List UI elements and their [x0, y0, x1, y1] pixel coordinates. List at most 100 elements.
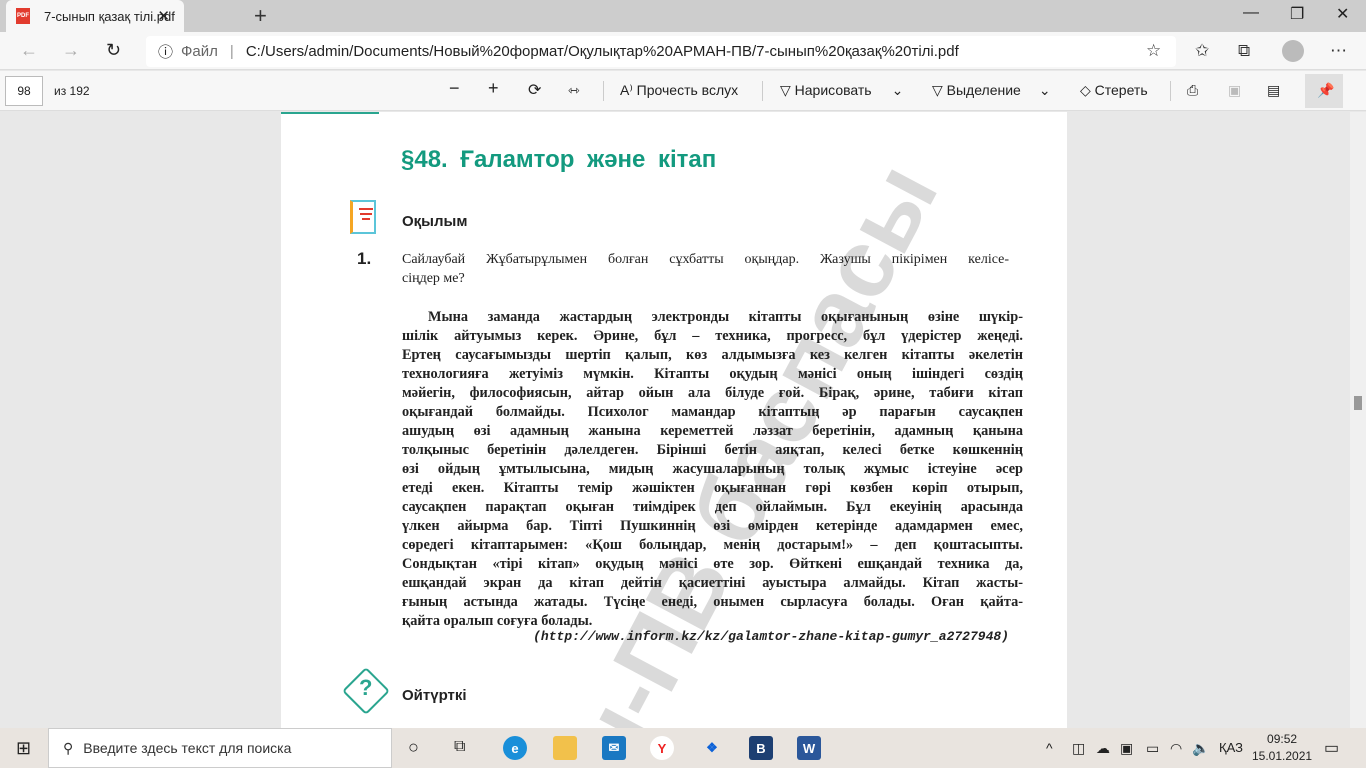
edge-icon[interactable]: e — [503, 736, 527, 760]
task-line: Сайлаубай Жұбатырұлымен болған сұхбатты … — [402, 252, 1009, 267]
eraser-icon: ◇ — [1080, 82, 1095, 98]
paragraph-line: үлкен айырма бар. Тіпті Пушкиннің өзі өм… — [402, 518, 1023, 534]
section-heading-next: Ойтүрткі — [402, 687, 467, 704]
close-window-button[interactable]: ✕ — [1336, 4, 1349, 24]
pdf-toolbar: 98 из 192 − + ⟳ ⇿ A⁾ Прочесть вслух ▽ На… — [0, 71, 1366, 111]
tab-pdf[interactable]: PDF 7-сынып қазақ тілі.pdf ✕ — [6, 0, 184, 32]
paragraph-line: мәйегін, философиясын, айтар ойын ала бі… — [402, 385, 1023, 401]
pen-icon: ▽ — [780, 82, 795, 98]
erase-button[interactable]: ◇ Стереть — [1080, 82, 1148, 99]
file-explorer-icon[interactable] — [553, 736, 577, 760]
search-placeholder: Введите здесь текст для поиска — [83, 740, 292, 756]
favorite-star-icon[interactable]: ☆ — [1146, 41, 1161, 61]
question-mark: ? — [359, 675, 373, 700]
action-center-icon[interactable]: ▭ — [1324, 738, 1339, 758]
paragraph-line: шілік айтуымыз керек. Әрине, бұл – техни… — [402, 328, 1023, 344]
address-label: Файл — [181, 43, 218, 60]
dropbox-icon[interactable]: ❖ — [700, 736, 724, 760]
read-aloud-button[interactable]: A⁾ Прочесть вслух — [620, 82, 738, 99]
paragraph-line: технологияға жетуіміз мүмкін. Кітапты оқ… — [402, 366, 1023, 382]
task-view-icon[interactable]: ⧉ — [454, 738, 465, 756]
scrollbar-thumb[interactable] — [1354, 396, 1362, 410]
url-text: C:/Users/admin/Documents/Новый%20формат/… — [245, 43, 959, 60]
chevron-down-icon[interactable]: ⌄ — [1039, 82, 1051, 98]
reading-paragraph: Мына заманда жастардың электронды кітапт… — [402, 308, 1023, 631]
paragraph-line: ғының астында жатады. Түсіңе енеді, оным… — [402, 594, 1023, 610]
new-tab-button[interactable]: + — [254, 3, 267, 29]
minimize-button[interactable]: — — [1243, 4, 1259, 22]
profile-avatar[interactable] — [1282, 40, 1304, 62]
divider — [1170, 81, 1171, 101]
erase-label: Стереть — [1094, 82, 1148, 98]
language-indicator[interactable]: ҚАЗ — [1219, 740, 1243, 755]
pdf-page: н-ПВ баспасы §48. Ғаламтор және кітап Оқ… — [281, 112, 1067, 728]
task-text: Сайлаубай Жұбатырұлымен болған сұхбатты … — [402, 250, 1009, 288]
highlight-label: Выделение — [946, 82, 1021, 98]
section-heading: Оқылым — [402, 213, 468, 230]
fit-page-button[interactable]: ⇿ — [568, 82, 580, 99]
page-total: из 192 — [54, 84, 90, 98]
volume-icon[interactable]: 🔈 — [1192, 740, 1209, 757]
paragraph-line: өзі ойдың ұмтылысына, мидың жасушаларыны… — [402, 461, 1023, 477]
address-input[interactable]: ⓘ Файл | C:/Users/admin/Documents/Новый%… — [146, 36, 1176, 67]
draw-label: Нарисовать — [794, 82, 872, 98]
page-title: §48. Ғаламтор және кітап — [401, 146, 717, 173]
divider — [603, 81, 604, 101]
yandex-browser-icon[interactable]: Y — [650, 736, 674, 760]
task-number: 1. — [357, 249, 372, 268]
notification-app-icon[interactable]: ▣ — [1120, 740, 1133, 757]
paragraph-line: сөредегі кітаптарымен: «Қош болыңдар, ме… — [402, 537, 1023, 553]
decorative-line — [281, 112, 379, 114]
onedrive-icon[interactable]: ☁ — [1096, 740, 1110, 757]
favorites-icon[interactable]: ✩ — [1195, 41, 1209, 61]
save-icon[interactable]: ▣ — [1228, 82, 1241, 99]
windows-start-icon[interactable]: ⊞ — [16, 738, 31, 759]
paragraph-line: ешқандай экран да кітап дейтін қасиеттін… — [402, 575, 1023, 591]
forward-button[interactable]: → — [62, 40, 80, 61]
save-as-icon[interactable]: ▤ — [1267, 82, 1280, 99]
pin-icon: 📌 — [1317, 82, 1335, 98]
paragraph-line: оқығандай болмайды. Психолог мамандар кі… — [402, 404, 1023, 420]
read-aloud-icon: A⁾ — [620, 82, 637, 98]
search-icon: ⚲ — [63, 739, 74, 756]
task-line: сіңдер ме? — [402, 271, 465, 286]
chevron-down-icon[interactable]: ⌄ — [892, 82, 904, 98]
zoom-in-button[interactable]: + — [488, 78, 499, 99]
more-menu-icon[interactable]: ⋯ — [1330, 41, 1347, 61]
battery-icon[interactable]: ▭ — [1146, 740, 1159, 757]
divider — [762, 81, 763, 101]
clock[interactable]: 09:52 15.01.2021 — [1252, 731, 1312, 765]
print-icon[interactable]: ⎙ — [1187, 82, 1198, 99]
pin-toolbar-button[interactable]: 📌 — [1305, 74, 1343, 108]
collections-icon[interactable]: ⧉ — [1238, 41, 1250, 61]
back-button[interactable]: ← — [20, 40, 38, 61]
word-icon[interactable]: W — [797, 736, 821, 760]
read-aloud-label: Прочесть вслух — [636, 82, 739, 98]
rotate-button[interactable]: ⟳ — [528, 80, 541, 100]
info-icon[interactable]: ⓘ — [158, 41, 173, 62]
page-number-input[interactable]: 98 — [5, 76, 43, 106]
close-tab-icon[interactable]: ✕ — [157, 7, 170, 25]
wifi-icon[interactable]: ◠ — [1170, 740, 1182, 757]
show-hidden-icons[interactable]: ^ — [1046, 740, 1053, 756]
zoom-out-button[interactable]: − — [449, 78, 460, 99]
cortana-icon[interactable]: ○ — [408, 737, 419, 758]
vertical-scrollbar[interactable] — [1350, 112, 1366, 728]
app-b-icon[interactable]: B — [749, 736, 773, 760]
pdf-icon: PDF — [16, 8, 30, 24]
source-link: (http://www.inform.kz/kz/galamtor-zhane-… — [533, 629, 1009, 644]
mail-icon[interactable]: ✉ — [602, 736, 626, 760]
meet-now-icon[interactable]: ◫ — [1072, 740, 1085, 757]
paragraph-line: Ертең саусағымызды шертіп қалып, көз алд… — [402, 347, 1023, 363]
maximize-button[interactable]: ❐ — [1290, 4, 1304, 24]
book-icon — [350, 200, 376, 234]
refresh-button[interactable]: ↻ — [106, 40, 121, 61]
draw-button[interactable]: ▽ Нарисовать ⌄ — [780, 82, 903, 99]
tab-bar: PDF 7-сынып қазақ тілі.pdf ✕ + — ❐ ✕ — [0, 0, 1366, 32]
taskbar: ⊞ ⚲ Введите здесь текст для поиска ○ ⧉ e… — [0, 728, 1366, 768]
address-bar-row: ← → ↻ ⓘ Файл | C:/Users/admin/Documents/… — [0, 32, 1366, 70]
divider: | — [229, 43, 234, 60]
highlight-button[interactable]: ▽ Выделение ⌄ — [932, 82, 1051, 99]
paragraph-line: Мына заманда жастардың электронды кітапт… — [428, 309, 1023, 325]
taskbar-search[interactable]: ⚲ Введите здесь текст для поиска — [48, 728, 392, 768]
